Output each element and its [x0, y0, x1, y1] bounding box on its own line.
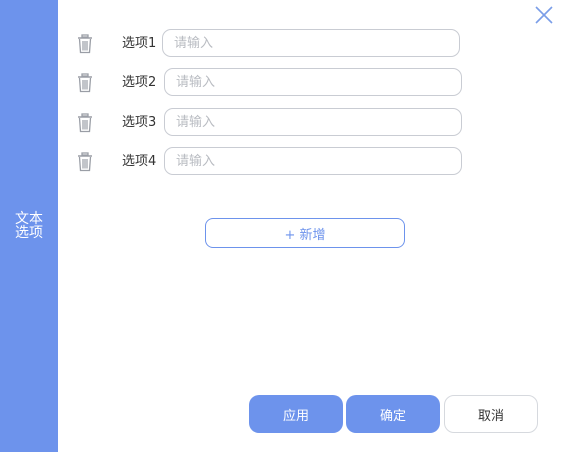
- close-button[interactable]: [533, 4, 555, 26]
- trash-icon: [78, 152, 92, 172]
- option-row-1: 选项1: [76, 29, 476, 59]
- option-label: 选项1: [122, 36, 157, 51]
- options-dialog: 文本选项 选项1 请输入 选项2 请输入 选项3 请输入 选项4 请输入 + 新…: [0, 0, 562, 452]
- option-row-2: 选项2: [76, 68, 476, 98]
- delete-option-4-button[interactable]: [76, 152, 94, 172]
- option-label: 选项4: [122, 154, 157, 169]
- apply-label: 应用: [282, 408, 309, 424]
- delete-option-3-button[interactable]: [76, 113, 94, 133]
- apply-button[interactable]: 应用: [249, 395, 343, 433]
- option-row-3: 选项3: [76, 108, 476, 138]
- option-label: 选项2: [122, 75, 157, 90]
- side-tab-text-options[interactable]: 文本选项: [0, 0, 58, 452]
- side-tab-label: 文本选项: [15, 211, 43, 241]
- confirm-label: 确定: [379, 408, 406, 424]
- cancel-label: 取消: [477, 408, 504, 424]
- trash-icon: [78, 73, 92, 93]
- delete-option-1-button[interactable]: [76, 34, 94, 54]
- add-option-label: + 新增: [284, 227, 326, 243]
- add-option-button[interactable]: + 新增: [205, 218, 405, 248]
- option-2-input[interactable]: [164, 68, 462, 96]
- confirm-button[interactable]: 确定: [346, 395, 440, 433]
- close-icon: [535, 6, 553, 24]
- delete-option-2-button[interactable]: [76, 73, 94, 93]
- option-row-4: 选项4: [76, 147, 476, 177]
- option-1-input[interactable]: [162, 29, 460, 57]
- option-label: 选项3: [122, 115, 157, 130]
- cancel-button[interactable]: 取消: [444, 395, 538, 433]
- trash-icon: [78, 113, 92, 133]
- option-4-input[interactable]: [164, 147, 462, 175]
- option-3-input[interactable]: [164, 108, 462, 136]
- trash-icon: [78, 34, 92, 54]
